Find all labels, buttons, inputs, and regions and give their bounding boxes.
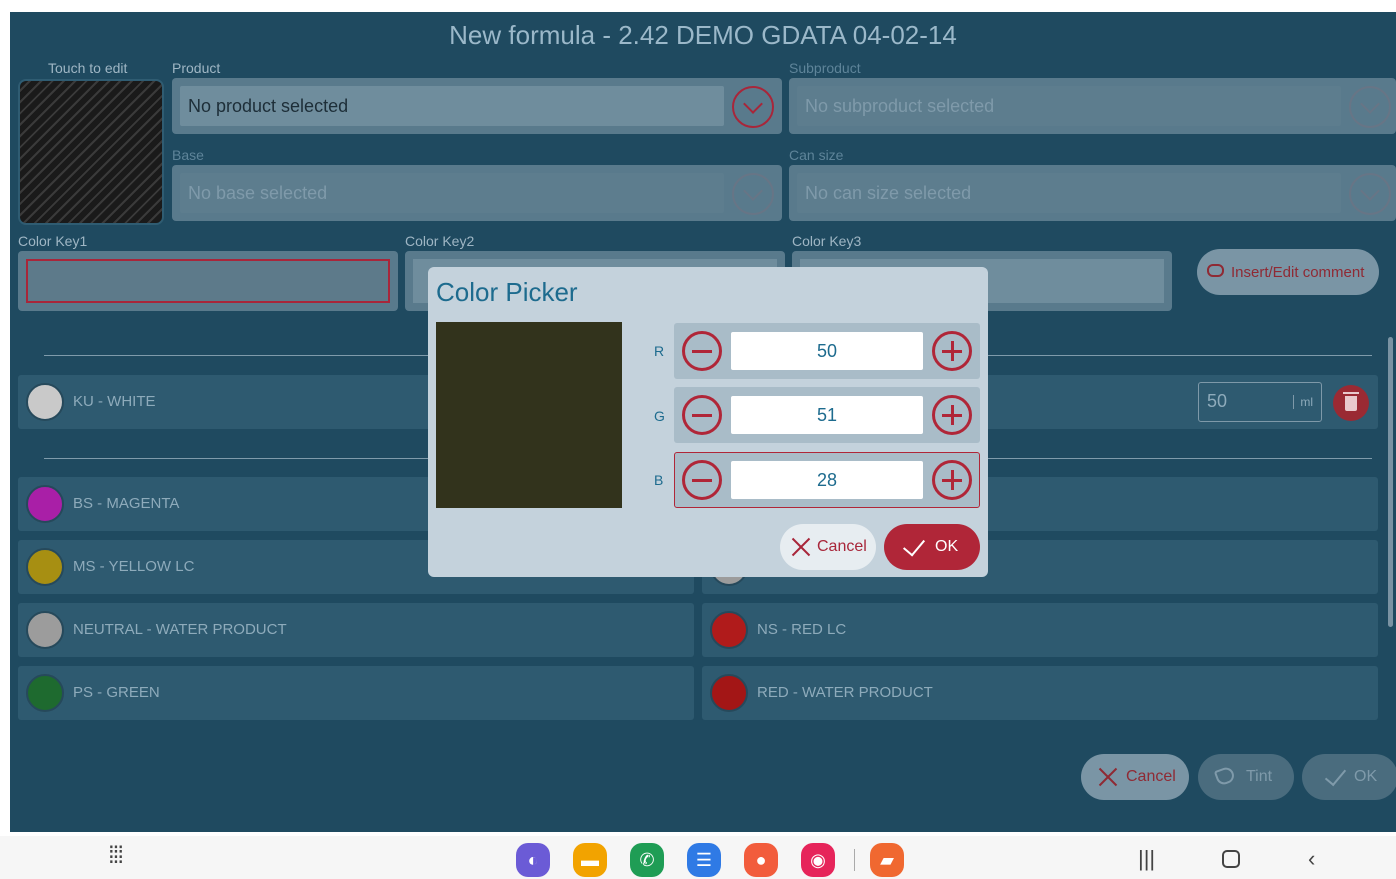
tint-icon [1213,765,1237,787]
colorant-name: RED - WATER PRODUCT [757,684,933,701]
back-icon[interactable]: ‹ [1308,846,1315,872]
can-size-label: Can size [789,147,844,163]
cancel-label: Cancel [1126,768,1176,785]
dialog-cancel-label: Cancel [817,538,867,555]
minus-icon[interactable] [682,395,722,435]
check-icon [1324,763,1347,787]
plus-icon[interactable] [932,331,972,371]
quantity-value: 50 [1207,391,1228,411]
colorant-dot [26,548,64,586]
folder-icon[interactable]: ▬ [573,843,607,877]
phone-icon[interactable]: ✆ [630,843,664,877]
colorant-dot [26,383,64,421]
tint-button[interactable]: Tint [1198,754,1294,800]
messages-icon[interactable]: ☰ [687,843,721,877]
insert-comment-label: Insert/Edit comment [1231,263,1365,281]
blue-stepper: 28 [674,452,980,508]
close-icon [1097,766,1119,788]
quantity-unit: ml [1293,395,1313,409]
recent-apps-icon[interactable]: ||| [1138,846,1155,872]
minus-icon[interactable] [682,460,722,500]
product-label: Product [172,60,221,76]
colorant-dot [710,611,748,649]
plus-icon[interactable] [932,460,972,500]
list-item[interactable]: NS - RED LC [702,603,1378,657]
close-icon [790,536,812,558]
app-drawer-icon[interactable]: ⁞⁞⁞ [108,842,124,870]
base-label: Base [172,147,204,163]
dialog-cancel-button[interactable]: Cancel [780,524,876,570]
dialog-ok-label: OK [935,538,959,555]
plus-icon[interactable] [932,395,972,435]
product-value: No product selected [180,86,724,126]
chevron-down-icon[interactable] [1349,86,1391,128]
notes-icon[interactable]: ▰ [870,843,904,877]
list-item[interactable]: RED - WATER PRODUCT [702,666,1378,720]
chevron-down-icon[interactable] [732,86,774,128]
color-key1-label: Color Key1 [18,233,88,249]
colorant-dot [26,611,64,649]
colorant-dot [26,485,64,523]
can-size-select[interactable]: No can size selected [789,165,1396,221]
color-key1-input[interactable] [18,251,398,311]
blue-value-input[interactable]: 28 [731,461,923,499]
screen-recorder-icon[interactable]: ◉ [801,843,835,877]
comment-icon [1207,264,1224,277]
green-value-input[interactable]: 51 [731,396,923,434]
green-stepper: 51 [674,387,980,443]
red-stepper: 50 [674,323,980,379]
color-preview [436,322,622,508]
chevron-down-icon[interactable] [1349,173,1391,215]
colorant-name: KU - WHITE [73,393,156,410]
dock-divider [854,849,855,871]
colorant-dot [26,674,64,712]
ok-label: OK [1354,768,1378,785]
list-item[interactable]: PS - GREEN [18,666,694,720]
internet-icon[interactable]: ◐ [516,843,550,877]
ok-button[interactable]: OK [1302,754,1396,800]
tint-label: Tint [1246,768,1273,785]
color-key2-label: Color Key2 [405,233,475,249]
trash-icon[interactable] [1333,385,1369,421]
system-navigation-bar: ⁞⁞⁞ ◐ ▬ ✆ ☰ ● ◉ ▰ ||| ‹ [0,836,1396,879]
color-swatch[interactable] [18,79,164,225]
subproduct-label: Subproduct [789,60,861,76]
list-item[interactable]: NEUTRAL - WATER PRODUCT [18,603,694,657]
color-picker-dialog: Color Picker R 50 G 51 B 28 Cancel OK [428,267,988,577]
colorant-dot [710,674,748,712]
colorant-name: MS - YELLOW LC [73,558,195,575]
channel-label: B [654,472,664,488]
subproduct-value: No subproduct selected [797,86,1341,126]
scrollbar[interactable] [1388,337,1393,627]
cancel-button[interactable]: Cancel [1081,754,1189,800]
contacts-icon[interactable]: ● [744,843,778,877]
dialog-ok-button[interactable]: OK [884,524,980,570]
colorant-name: NEUTRAL - WATER PRODUCT [73,621,287,638]
chevron-down-icon[interactable] [732,173,774,215]
can-size-value: No can size selected [797,173,1341,213]
check-icon [902,533,926,557]
base-select[interactable]: No base selected [172,165,782,221]
product-select[interactable]: No product selected [172,78,782,134]
colorant-name: NS - RED LC [757,621,847,638]
home-icon[interactable] [1222,850,1240,868]
subproduct-select[interactable]: No subproduct selected [789,78,1396,134]
base-value: No base selected [180,173,724,213]
red-value-input[interactable]: 50 [731,332,923,370]
channel-label: R [654,343,665,359]
colorant-name: PS - GREEN [73,684,160,701]
quantity-input[interactable]: 50 ml [1198,382,1322,422]
color-key3-label: Color Key3 [792,233,862,249]
swatch-label: Touch to edit [48,60,128,76]
minus-icon[interactable] [682,331,722,371]
colorant-name: BS - MAGENTA [73,495,180,512]
insert-comment-button[interactable]: Insert/Edit comment [1197,249,1379,295]
channel-label: G [654,408,665,424]
page-title: New formula - 2.42 DEMO GDATA 04-02-14 [449,20,957,50]
dialog-title: Color Picker [436,277,578,307]
